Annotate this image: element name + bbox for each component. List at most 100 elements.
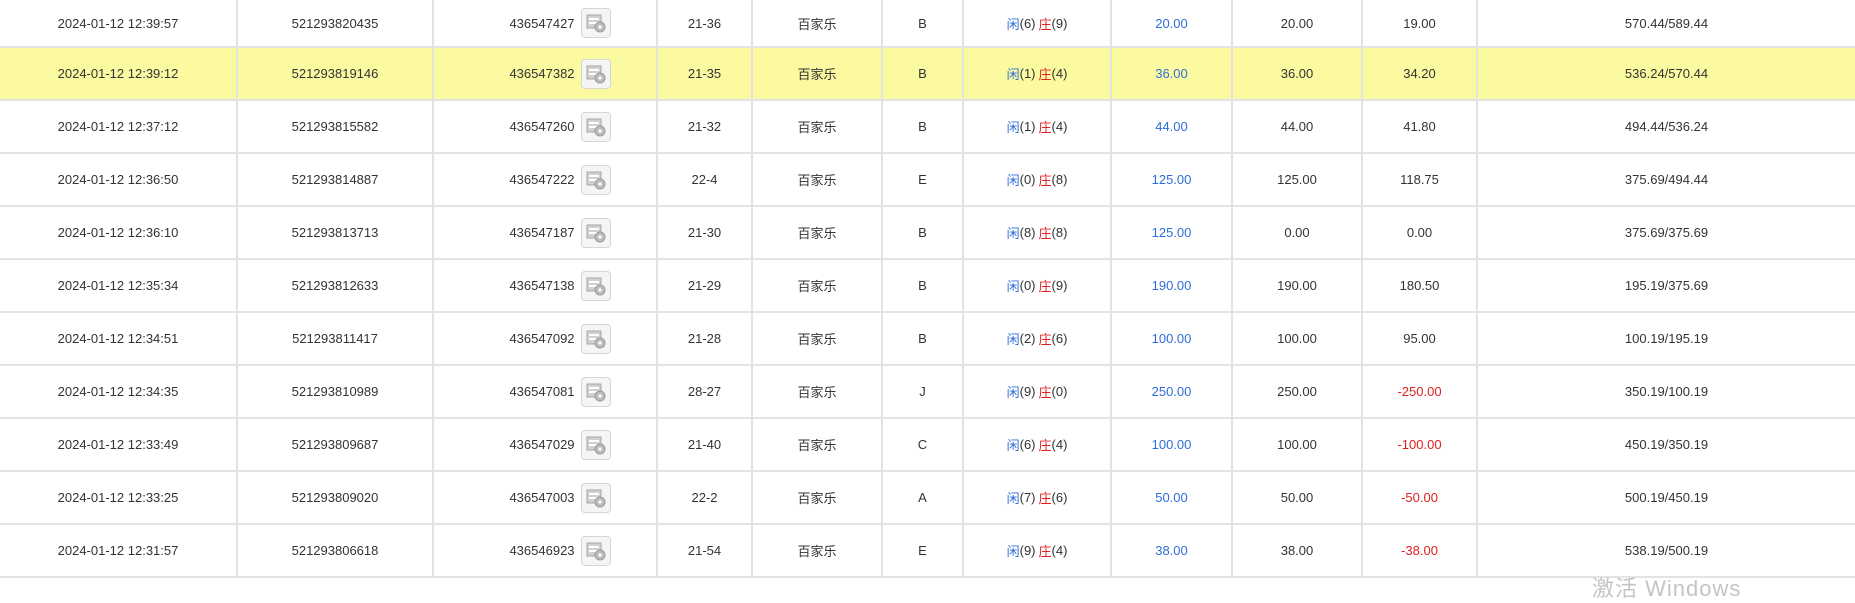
game-type: 百家乐 xyxy=(753,472,883,523)
bet-amount: 44.00 xyxy=(1112,101,1233,152)
order-number: 521293819146 xyxy=(238,48,434,99)
table-number: 21-36 xyxy=(658,0,753,46)
valid-bet: 190.00 xyxy=(1233,260,1363,311)
table-row: 2024-01-12 12:36:10 521293813713 4365471… xyxy=(0,207,1855,260)
round-number: 436547003 xyxy=(509,490,575,505)
order-number: 521293820435 xyxy=(238,0,434,46)
bet-code: B xyxy=(883,313,964,364)
bet-amount: 125.00 xyxy=(1112,154,1233,205)
round-number: 436546923 xyxy=(509,543,575,558)
table-number: 21-28 xyxy=(658,313,753,364)
win-loss: 41.80 xyxy=(1363,101,1478,152)
game-type: 百家乐 xyxy=(753,101,883,152)
player-label: 闲 xyxy=(1006,385,1020,400)
video-replay-icon xyxy=(586,118,606,136)
player-score: (2) xyxy=(1019,331,1036,346)
video-replay-button[interactable] xyxy=(580,482,611,513)
video-replay-button[interactable] xyxy=(580,164,611,195)
valid-bet: 44.00 xyxy=(1233,101,1363,152)
banker-label: 庄 xyxy=(1038,385,1052,400)
video-replay-button[interactable] xyxy=(580,535,611,566)
banker-label: 庄 xyxy=(1038,279,1052,294)
game-type: 百家乐 xyxy=(753,0,883,46)
banker-label: 庄 xyxy=(1038,16,1052,32)
bet-time: 2024-01-12 12:36:10 xyxy=(0,207,238,258)
game-type: 百家乐 xyxy=(753,48,883,99)
round-cell: 436547092 xyxy=(434,313,658,364)
player-score: (7) xyxy=(1019,490,1036,505)
game-type: 百家乐 xyxy=(753,207,883,258)
video-replay-button[interactable] xyxy=(580,58,611,89)
win-loss: -38.00 xyxy=(1363,525,1478,576)
table-number: 21-30 xyxy=(658,207,753,258)
table-number: 21-54 xyxy=(658,525,753,576)
video-replay-icon xyxy=(586,171,606,189)
bet-code: E xyxy=(883,525,964,576)
banker-label: 庄 xyxy=(1038,226,1052,241)
video-replay-button[interactable] xyxy=(580,217,611,248)
banker-score: (4) xyxy=(1051,543,1068,558)
bet-amount: 125.00 xyxy=(1112,207,1233,258)
round-result: 闲 (0) 庄 (8) xyxy=(964,154,1112,205)
table-row: 2024-01-12 12:31:57 521293806618 4365469… xyxy=(0,525,1855,578)
round-cell: 436546923 xyxy=(434,525,658,576)
valid-bet: 36.00 xyxy=(1233,48,1363,99)
player-label: 闲 xyxy=(1006,16,1020,32)
valid-bet: 100.00 xyxy=(1233,419,1363,470)
bet-amount: 36.00 xyxy=(1112,48,1233,99)
bet-amount: 20.00 xyxy=(1112,0,1233,46)
banker-score: (6) xyxy=(1051,331,1068,346)
video-replay-button[interactable] xyxy=(580,8,611,38)
round-result: 闲 (7) 庄 (6) xyxy=(964,472,1112,523)
bet-code: J xyxy=(883,366,964,417)
bet-time: 2024-01-12 12:34:35 xyxy=(0,366,238,417)
player-label: 闲 xyxy=(1006,120,1020,135)
player-label: 闲 xyxy=(1006,332,1020,347)
video-replay-button[interactable] xyxy=(580,376,611,407)
player-label: 闲 xyxy=(1006,67,1020,82)
win-loss: -100.00 xyxy=(1363,419,1478,470)
valid-bet: 100.00 xyxy=(1233,313,1363,364)
balance-change: 375.69/375.69 xyxy=(1624,225,1709,240)
balance-change: 100.19/195.19 xyxy=(1624,331,1709,346)
balance-change: 450.19/350.19 xyxy=(1624,437,1709,452)
balance-change: 195.19/375.69 xyxy=(1624,278,1709,293)
bet-time: 2024-01-12 12:39:12 xyxy=(0,48,238,99)
round-result: 闲 (6) 庄 (4) xyxy=(964,419,1112,470)
video-replay-button[interactable] xyxy=(580,270,611,301)
round-cell: 436547081 xyxy=(434,366,658,417)
bet-amount: 190.00 xyxy=(1112,260,1233,311)
video-replay-button[interactable] xyxy=(580,429,611,460)
round-cell: 436547427 xyxy=(434,0,658,46)
banker-label: 庄 xyxy=(1038,544,1052,559)
bet-code: B xyxy=(883,260,964,311)
video-replay-icon xyxy=(586,277,606,295)
order-number: 521293813713 xyxy=(238,207,434,258)
bet-time: 2024-01-12 12:33:49 xyxy=(0,419,238,470)
video-replay-button[interactable] xyxy=(580,111,611,142)
win-loss: 0.00 xyxy=(1363,207,1478,258)
banker-label: 庄 xyxy=(1038,332,1052,347)
round-number: 436547427 xyxy=(509,15,575,31)
video-replay-icon xyxy=(586,489,606,507)
player-label: 闲 xyxy=(1006,544,1020,559)
table-row: 2024-01-12 12:34:35 521293810989 4365470… xyxy=(0,366,1855,419)
banker-score: (0) xyxy=(1051,384,1068,399)
balance-change: 375.69/494.44 xyxy=(1624,172,1709,187)
bet-amount: 100.00 xyxy=(1112,419,1233,470)
video-replay-icon xyxy=(586,14,606,33)
bet-code: B xyxy=(883,207,964,258)
order-number: 521293806618 xyxy=(238,525,434,576)
player-score: (0) xyxy=(1019,278,1036,293)
windows-activation-watermark: 激活 Windows xyxy=(1592,576,1742,601)
game-type: 百家乐 xyxy=(753,419,883,470)
round-number: 436547092 xyxy=(509,331,575,346)
table-number: 22-4 xyxy=(658,154,753,205)
bet-time: 2024-01-12 12:33:25 xyxy=(0,472,238,523)
table-number: 22-2 xyxy=(658,472,753,523)
round-number: 436547029 xyxy=(509,437,575,452)
player-label: 闲 xyxy=(1006,226,1020,241)
video-replay-button[interactable] xyxy=(580,323,611,354)
table-row: 2024-01-12 12:33:49 521293809687 4365470… xyxy=(0,419,1855,472)
bet-code: B xyxy=(883,101,964,152)
